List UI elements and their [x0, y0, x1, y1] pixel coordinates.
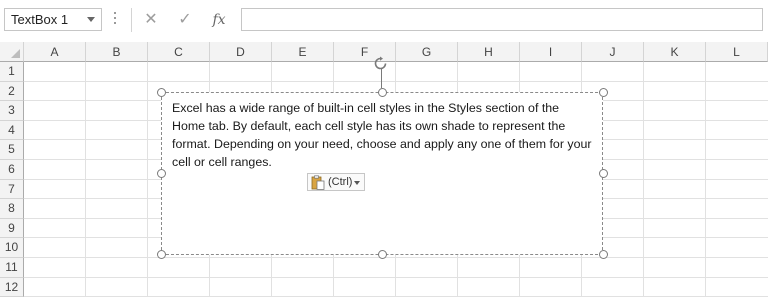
gridline-vertical [643, 62, 644, 297]
column-header-e[interactable]: E [272, 42, 334, 62]
column-header-k[interactable]: K [644, 42, 706, 62]
column-header-d[interactable]: D [210, 42, 272, 62]
column-header-l[interactable]: L [706, 42, 768, 62]
gridline-vertical [705, 62, 706, 297]
column-header-c[interactable]: C [148, 42, 210, 62]
text-box-content[interactable]: Excel has a wide range of built-in cell … [172, 99, 592, 171]
resize-handle-left[interactable] [157, 169, 166, 178]
row-header-5[interactable]: 5 [0, 140, 24, 160]
resize-handle-bottom-left[interactable] [157, 250, 166, 259]
formula-bar: TextBox 1 ✕ ✓ fx [0, 0, 768, 42]
row-header-7[interactable]: 7 [0, 179, 24, 200]
chevron-down-icon [354, 181, 360, 185]
row-header-6[interactable]: 6 [0, 160, 24, 180]
gridline-horizontal [24, 257, 768, 258]
row-header-12[interactable]: 12 [0, 277, 24, 297]
column-header-i[interactable]: I [520, 42, 582, 62]
resize-handle-bottom[interactable] [378, 250, 387, 259]
row-header-11[interactable]: 11 [0, 258, 24, 278]
chevron-down-icon[interactable] [87, 17, 95, 22]
insert-function-button[interactable]: fx [204, 8, 234, 32]
resize-handle-right[interactable] [599, 169, 608, 178]
row-header-4[interactable]: 4 [0, 120, 24, 141]
name-box-value: TextBox 1 [11, 12, 69, 27]
text-box[interactable]: Excel has a wide range of built-in cell … [161, 92, 603, 255]
resize-handle-top-right[interactable] [599, 88, 608, 97]
column-header-j[interactable]: J [582, 42, 644, 62]
row-header-1[interactable]: 1 [0, 62, 24, 82]
rotation-stem [381, 69, 382, 88]
row-header-2[interactable]: 2 [0, 81, 24, 102]
close-icon[interactable]: ✕ [136, 8, 166, 32]
clipboard-icon [311, 175, 325, 190]
row-header-8[interactable]: 8 [0, 199, 24, 219]
resize-handle-top-left[interactable] [157, 88, 166, 97]
select-all-button[interactable] [0, 42, 24, 62]
check-icon[interactable]: ✓ [170, 8, 200, 32]
resize-handle-top[interactable] [378, 88, 387, 97]
name-box[interactable]: TextBox 1 [4, 8, 102, 31]
column-header-h[interactable]: H [458, 42, 520, 62]
row-header-3[interactable]: 3 [0, 101, 24, 121]
column-header-g[interactable]: G [396, 42, 458, 62]
paste-options-button[interactable]: (Ctrl) [307, 173, 365, 191]
gridline-vertical [85, 62, 86, 297]
drag-handle-icon[interactable] [114, 12, 117, 27]
resize-handle-bottom-right[interactable] [599, 250, 608, 259]
column-header-a[interactable]: A [24, 42, 86, 62]
row-header-9[interactable]: 9 [0, 218, 24, 239]
paste-options-label: (Ctrl) [328, 176, 353, 188]
gridline-horizontal [24, 276, 768, 278]
column-header-b[interactable]: B [86, 42, 148, 62]
gridline-horizontal [24, 80, 768, 82]
formula-input[interactable] [241, 8, 763, 31]
gridline-vertical [147, 62, 148, 297]
divider [131, 8, 132, 32]
row-header-10[interactable]: 10 [0, 238, 24, 258]
